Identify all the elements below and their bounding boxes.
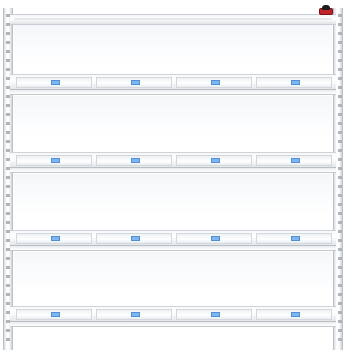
slot-label-tag bbox=[291, 312, 300, 317]
top-rail-groove bbox=[14, 18, 332, 20]
upright-holes bbox=[6, 14, 10, 344]
emergency-stop-knob bbox=[322, 5, 330, 10]
slot-label-tag bbox=[211, 236, 220, 241]
shelf-slot[interactable] bbox=[16, 77, 92, 88]
back-shade bbox=[14, 25, 332, 65]
shelf-slot[interactable] bbox=[16, 309, 92, 320]
shelf-slot[interactable] bbox=[256, 233, 332, 244]
shelf-slot[interactable] bbox=[176, 233, 252, 244]
shelf-beam bbox=[10, 230, 336, 246]
slot-label-tag bbox=[51, 236, 60, 241]
back-shade bbox=[14, 252, 332, 292]
shelf-slot[interactable] bbox=[16, 155, 92, 166]
shelf-slot[interactable] bbox=[256, 155, 332, 166]
slot-label-tag bbox=[211, 158, 220, 163]
slot-label-tag bbox=[291, 80, 300, 85]
shelf-beam bbox=[10, 306, 336, 322]
shelf-slot[interactable] bbox=[96, 309, 172, 320]
right-upright bbox=[333, 8, 343, 350]
shelf-2 bbox=[10, 152, 336, 174]
slot-label-tag bbox=[131, 158, 140, 163]
shelf-1 bbox=[10, 74, 336, 96]
shelf-lip bbox=[10, 246, 336, 251]
shelf-lip bbox=[10, 168, 336, 173]
back-shade bbox=[14, 174, 332, 214]
storage-rack bbox=[0, 0, 344, 350]
shelf-beam bbox=[10, 74, 336, 90]
shelf-slot[interactable] bbox=[16, 233, 92, 244]
emergency-stop-icon[interactable] bbox=[319, 5, 333, 15]
back-shade bbox=[14, 96, 332, 136]
shelf-slot[interactable] bbox=[176, 77, 252, 88]
slot-label-tag bbox=[51, 312, 60, 317]
slot-label-tag bbox=[51, 80, 60, 85]
shelf-lip bbox=[10, 322, 336, 327]
shelf-4 bbox=[10, 306, 336, 328]
top-rail bbox=[10, 14, 336, 25]
shelf-slot[interactable] bbox=[176, 309, 252, 320]
shelf-slot[interactable] bbox=[256, 77, 332, 88]
slot-label-tag bbox=[291, 236, 300, 241]
shelf-slot[interactable] bbox=[96, 233, 172, 244]
shelf-3 bbox=[10, 230, 336, 252]
slot-label-tag bbox=[131, 80, 140, 85]
slot-label-tag bbox=[131, 236, 140, 241]
upright-holes bbox=[338, 14, 342, 344]
slot-label-tag bbox=[131, 312, 140, 317]
shelf-beam bbox=[10, 152, 336, 168]
slot-label-tag bbox=[211, 312, 220, 317]
slot-label-tag bbox=[291, 158, 300, 163]
left-upright bbox=[3, 8, 13, 350]
shelf-slot[interactable] bbox=[176, 155, 252, 166]
shelf-slot[interactable] bbox=[256, 309, 332, 320]
shelf-lip bbox=[10, 90, 336, 95]
shelf-slot[interactable] bbox=[96, 77, 172, 88]
slot-label-tag bbox=[51, 158, 60, 163]
slot-label-tag bbox=[211, 80, 220, 85]
shelf-slot[interactable] bbox=[96, 155, 172, 166]
